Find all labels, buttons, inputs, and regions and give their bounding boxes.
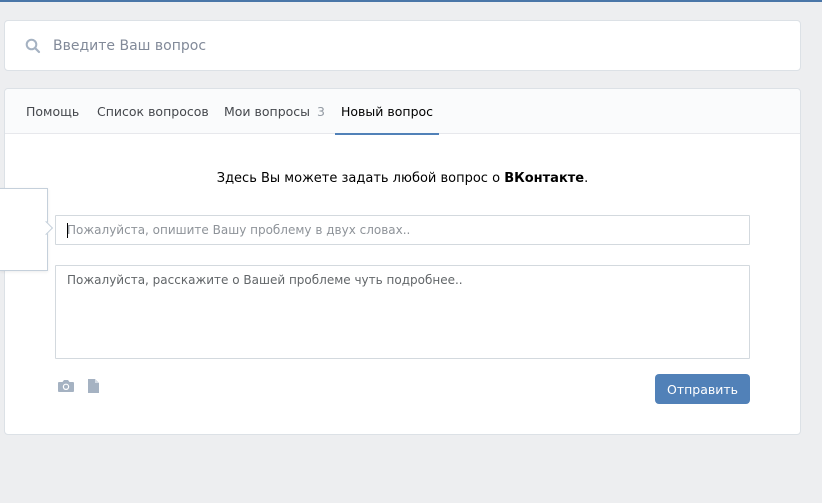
tab-label: Список вопросов — [97, 104, 209, 119]
question-title-input[interactable] — [55, 215, 750, 245]
document-icon[interactable] — [85, 378, 103, 394]
tab-label: Мои вопросы — [224, 104, 311, 119]
tab-label: Помощь — [26, 104, 80, 119]
tab-help[interactable]: Помощь — [26, 89, 79, 134]
tab-my-questions[interactable]: Мои вопросы 3 — [224, 89, 325, 134]
intro-text-main: Здесь Вы можете задать любой вопрос о — [216, 171, 501, 186]
support-card: Помощь Список вопросов Мои вопросы 3 Новы… — [4, 88, 801, 435]
search-input[interactable] — [53, 33, 753, 59]
tab-label: Новый вопрос — [341, 104, 434, 119]
camera-icon[interactable] — [57, 378, 75, 394]
tab-questions-list[interactable]: Список вопросов — [97, 89, 209, 134]
search-bar — [4, 20, 801, 71]
intro-brand: ВКонтакте — [504, 171, 585, 186]
question-body-textarea[interactable] — [55, 265, 750, 359]
my-questions-count: 3 — [317, 104, 325, 119]
intro-text: Здесь Вы можете задать любой вопрос о ВК… — [5, 171, 800, 186]
text-cursor — [67, 223, 68, 238]
tabs-bar: Помощь Список вопросов Мои вопросы 3 Новы… — [5, 89, 800, 135]
send-button[interactable]: Отправить — [655, 374, 750, 404]
tab-new-question[interactable]: Новый вопрос — [334, 89, 440, 135]
top-accent-line — [0, 0, 822, 2]
search-icon — [25, 38, 41, 54]
intro-end: . — [584, 171, 589, 186]
